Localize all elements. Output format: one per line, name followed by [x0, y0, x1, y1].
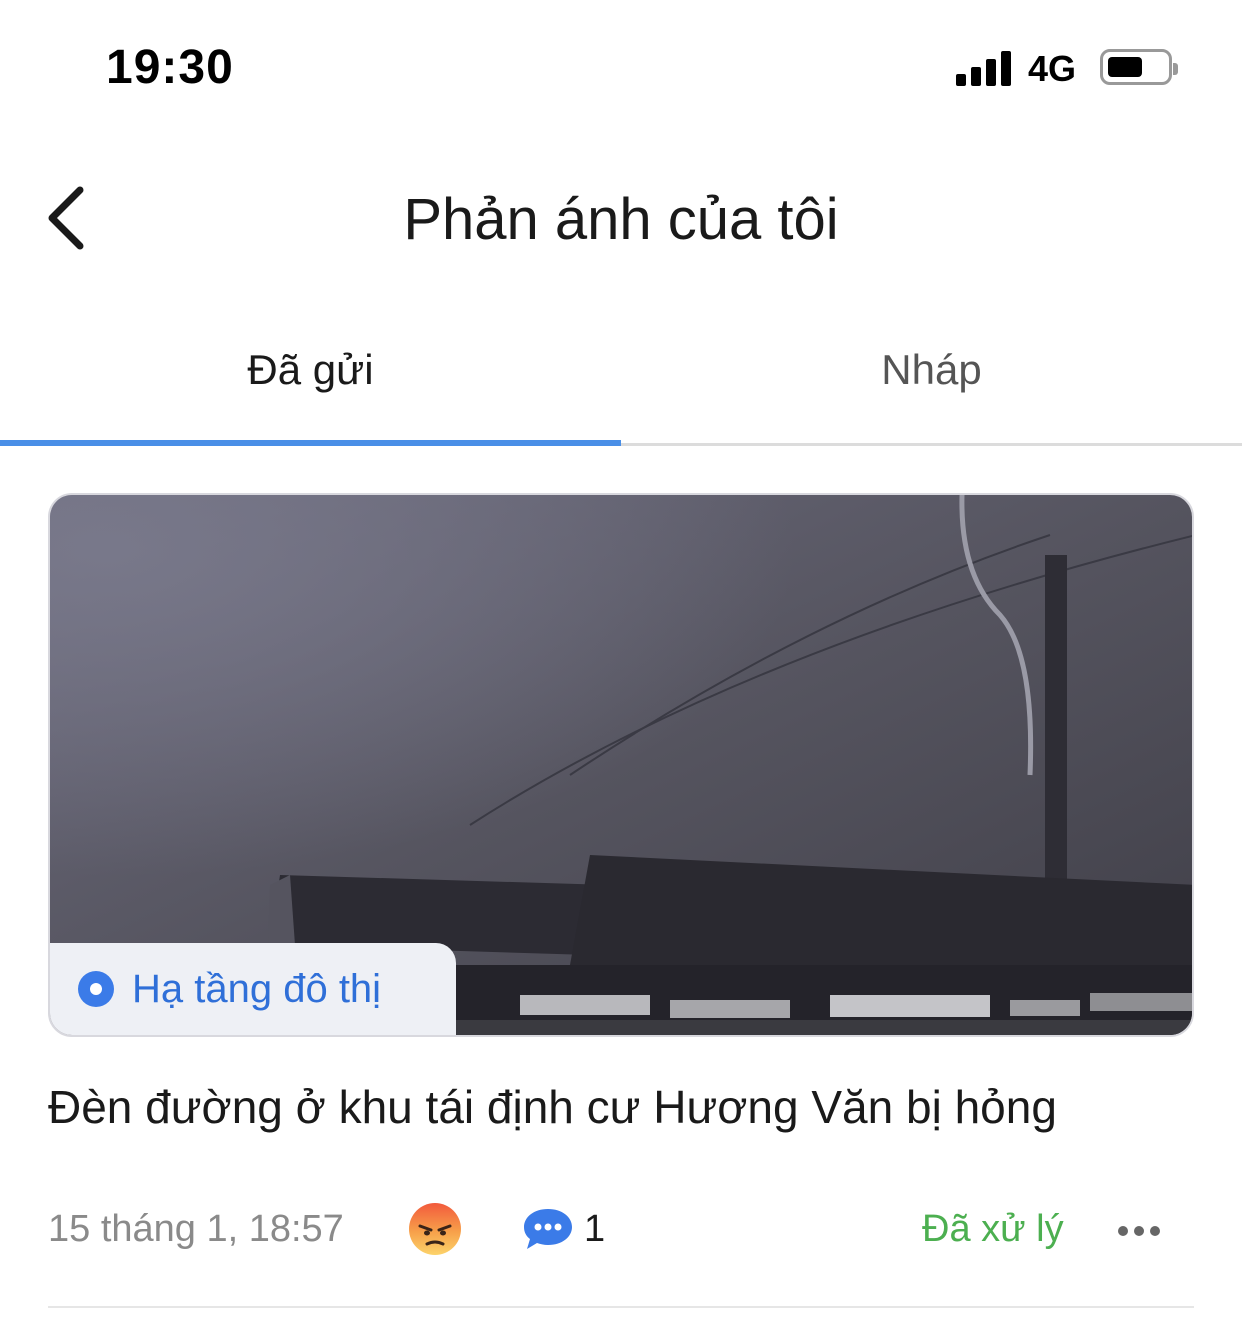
chat-bubble-icon[interactable] — [522, 1206, 574, 1252]
signal-icon — [956, 50, 1014, 86]
report-title[interactable]: Đèn đường ở khu tái định cư Hương Văn bị… — [48, 1080, 1208, 1134]
network-type: 4G — [1028, 48, 1077, 89]
battery-icon — [1100, 49, 1178, 85]
location-dot-icon — [78, 971, 114, 1007]
status-time: 19:30 — [106, 41, 234, 94]
status-badge: Đã xử lý — [922, 1208, 1064, 1250]
page-title: Phản ánh của tôi — [403, 187, 839, 252]
nav-header: Phản ánh của tôi — [0, 150, 1242, 290]
category-chip: Hạ tầng đô thị — [50, 943, 456, 1035]
divider — [48, 1306, 1194, 1308]
tab-drafts[interactable]: Nháp — [621, 300, 1242, 446]
tab-bar: Đã gửi Nháp — [0, 300, 1242, 446]
report-date: 15 tháng 1, 18:57 — [48, 1208, 344, 1250]
comment-count: 1 — [584, 1208, 606, 1250]
more-horizontal-icon[interactable] — [1114, 1216, 1164, 1246]
report-meta: 15 tháng 1, 18:57 1 Đã xử lý — [48, 1196, 1194, 1266]
tab-sent[interactable]: Đã gửi — [0, 300, 621, 446]
category-label: Hạ tầng đô thị — [132, 966, 382, 1011]
tab-indicator — [0, 440, 621, 446]
angry-face-icon[interactable] — [408, 1202, 462, 1256]
report-photo[interactable]: Hạ tầng đô thị — [48, 493, 1194, 1037]
status-bar: 19:30 4G — [0, 0, 1242, 130]
